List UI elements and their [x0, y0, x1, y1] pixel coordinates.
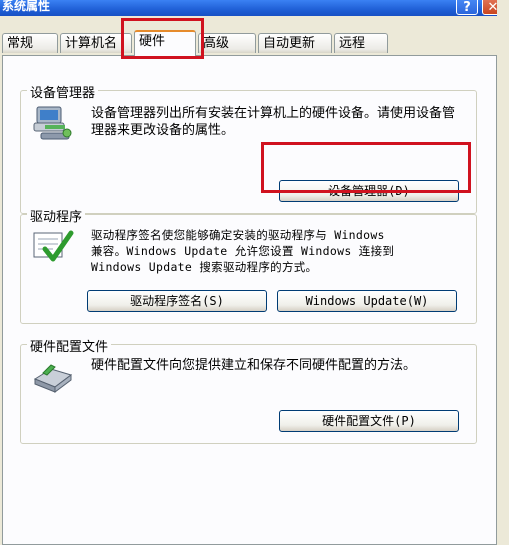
drivers-description-line: Windows Update 搜索驱动程序的方式。 — [91, 260, 318, 274]
hardware-tab-panel: 设备管理器 设备管理器列出所有安装在计算机上的硬件设备。请使用设备管理器来更改设… — [2, 55, 497, 545]
hardware-profiles-group: 硬件配置文件 硬件配置文件向您提供建立和保存不同硬件配置的方法。 硬件配置文件(… — [20, 336, 477, 444]
device-manager-description: 设备管理器列出所有安装在计算机上的硬件设备。请使用设备管理器来更改设备的属性。 — [91, 106, 456, 138]
tab-general[interactable]: 常规 — [2, 33, 58, 53]
tab-advanced[interactable]: 高级 — [198, 33, 256, 53]
help-icon: ? — [463, 0, 471, 15]
tab-automatic-updates[interactable]: 自动更新 — [258, 33, 332, 53]
tab-label: 自动更新 — [263, 36, 316, 51]
drivers-group: 驱动程序 驱动程序签名使您能够确定安装的驱动程序与 Windows 兼容。Win… — [20, 206, 477, 324]
hardware-profiles-group-title: 硬件配置文件 — [27, 336, 112, 355]
device-manager-highlight-box — [261, 142, 471, 193]
device-manager-icon — [33, 106, 72, 140]
driver-signing-button[interactable]: 驱动程序签名(S) — [87, 290, 267, 312]
hardware-profile-icon — [33, 364, 73, 393]
windows-update-button[interactable]: Windows Update(W) — [277, 290, 457, 312]
tab-highlight-box — [121, 18, 204, 59]
device-manager-group-title: 设备管理器 — [27, 82, 99, 101]
system-properties-window: 系统属性 ? ✕ 常规 计算机名 硬件 高级 自动更新 远程 设备管理器 设备管… — [0, 0, 509, 545]
tab-strip: 常规 计算机名 硬件 高级 自动更新 远程 — [0, 30, 509, 56]
tab-label: 远程 — [339, 36, 366, 51]
tab-label: 计算机名 — [65, 36, 118, 51]
tab-remote[interactable]: 远程 — [334, 33, 388, 53]
hardware-profiles-button[interactable]: 硬件配置文件(P) — [279, 410, 459, 432]
tab-label: 高级 — [203, 36, 230, 51]
right-edge-strip — [497, 0, 509, 545]
hardware-profiles-description: 硬件配置文件向您提供建立和保存不同硬件配置的方法。 — [91, 358, 417, 373]
drivers-description-line: 驱动程序签名使您能够确定安装的驱动程序与 Windows — [91, 228, 385, 242]
driver-signing-icon — [33, 230, 74, 262]
drivers-group-title: 驱动程序 — [27, 206, 86, 225]
drivers-description-line: 兼容。Windows Update 允许您设置 Windows 连接到 — [91, 244, 395, 258]
window-title: 系统属性 — [2, 0, 51, 13]
title-bar[interactable]: 系统属性 ? ✕ — [0, 0, 509, 16]
tab-label: 常规 — [7, 36, 34, 51]
help-button[interactable]: ? — [456, 0, 478, 15]
drivers-description: 驱动程序签名使您能够确定安装的驱动程序与 Windows 兼容。Windows … — [91, 227, 473, 275]
